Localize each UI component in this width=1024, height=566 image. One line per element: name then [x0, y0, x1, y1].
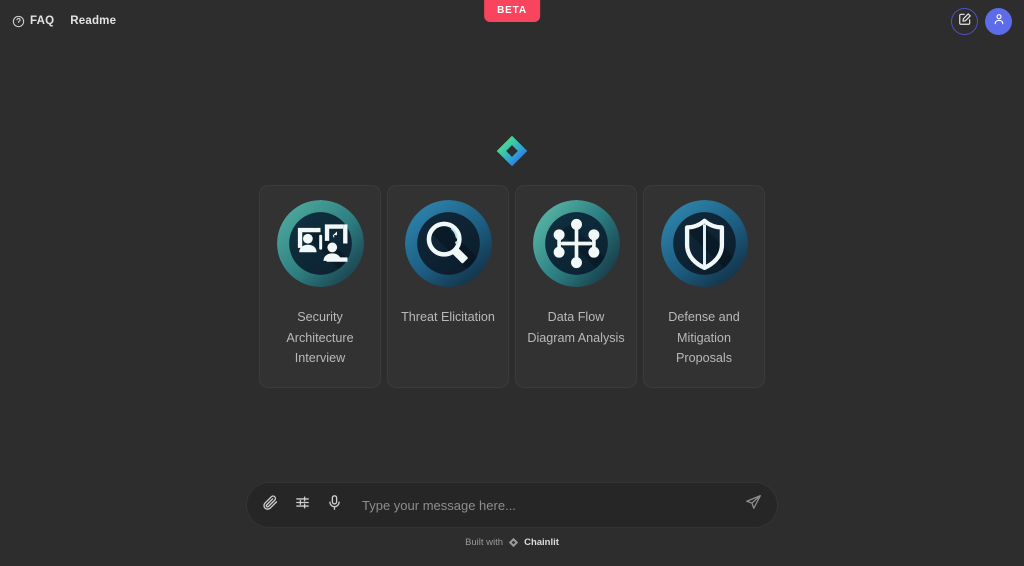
readme-link[interactable]: Readme	[70, 15, 116, 27]
starter-card-label: Data Flow Diagram Analysis	[527, 310, 625, 345]
message-composer	[246, 482, 778, 528]
starter-card-label: Threat Elicitation	[401, 310, 495, 324]
send-paper-plane-icon	[745, 494, 762, 516]
faq-label: FAQ	[30, 15, 55, 27]
chat-settings-button[interactable]	[293, 496, 312, 515]
starter-card-security-architecture-interview[interactable]: Security Architecture Interview	[259, 185, 381, 388]
starter-card-label: Security Architecture Interview	[286, 310, 354, 365]
composer-area: Built with Chainlit	[0, 482, 1024, 548]
starter-card-label: Defense and Mitigation Proposals	[668, 310, 740, 365]
beta-badge[interactable]: BETA	[484, 0, 540, 22]
voice-record-button[interactable]	[325, 494, 344, 516]
footer-attribution: Built with Chainlit	[465, 537, 559, 548]
chainlit-diamond-logo	[492, 131, 532, 171]
question-circle-icon	[12, 15, 25, 28]
avatar[interactable]	[985, 8, 1012, 35]
starter-card-data-flow-diagram-analysis[interactable]: Data Flow Diagram Analysis	[515, 185, 637, 388]
chainlit-link[interactable]: Chainlit	[524, 537, 559, 548]
footer-built-with-label: Built with	[465, 537, 504, 548]
microphone-icon	[326, 494, 343, 516]
magnifying-glass-icon	[404, 200, 492, 287]
composer-tools	[261, 494, 344, 516]
sliders-icon	[294, 494, 311, 516]
starter-card-threat-elicitation[interactable]: Threat Elicitation	[387, 185, 509, 388]
faq-link[interactable]: FAQ	[12, 15, 54, 28]
starter-cards: Security Architecture Interview Threat E…	[259, 185, 765, 388]
message-input[interactable]	[362, 497, 741, 513]
new-chat-button[interactable]	[951, 8, 978, 35]
shield-icon	[660, 200, 748, 287]
top-bar: FAQ Readme BETA	[0, 0, 1024, 42]
chainlit-diamond-logo	[508, 537, 519, 548]
pencil-square-icon	[958, 12, 972, 31]
user-icon	[992, 12, 1006, 31]
top-bar-right-actions	[951, 8, 1012, 35]
top-bar-left-nav: FAQ Readme	[12, 15, 116, 28]
node-graph-icon	[532, 200, 620, 287]
attach-file-button[interactable]	[261, 494, 280, 516]
starter-card-defense-and-mitigation-proposals[interactable]: Defense and Mitigation Proposals	[643, 185, 765, 388]
paperclip-icon	[262, 494, 279, 516]
interview-people-icon	[276, 200, 364, 287]
readme-label: Readme	[70, 15, 117, 27]
send-button[interactable]	[741, 493, 765, 517]
